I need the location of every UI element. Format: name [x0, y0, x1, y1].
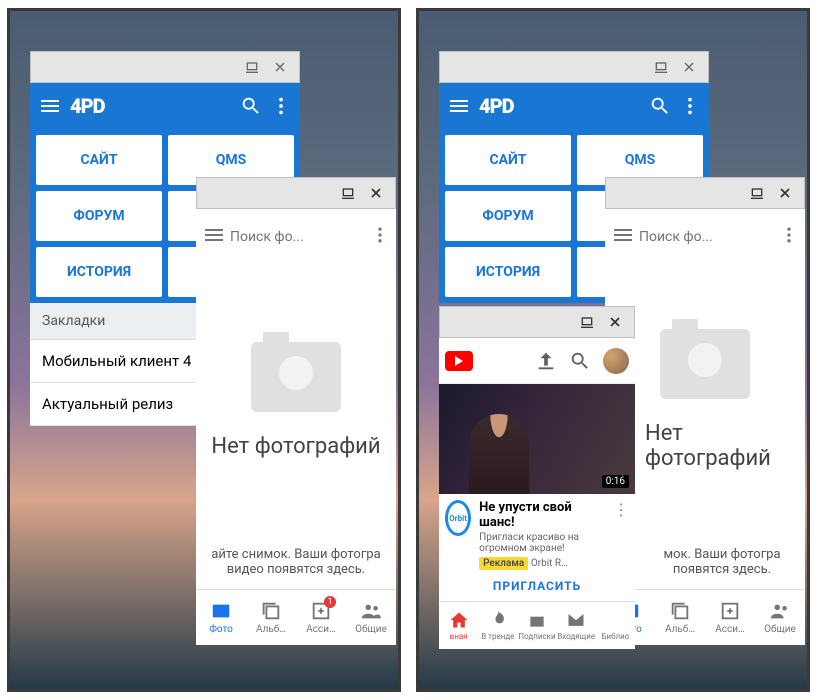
grid-btn[interactable]: ФОРУМ	[36, 191, 162, 241]
grid-btn[interactable]: САЙТ	[36, 135, 162, 185]
photos-maximize-icon[interactable]	[748, 184, 766, 202]
nav-label: В тренде	[481, 632, 514, 641]
nav-label: Фото	[209, 624, 233, 635]
4pda-close-icon[interactable]	[271, 58, 289, 76]
badge: 1	[324, 596, 336, 608]
nav-inbox[interactable]: Входящие	[557, 602, 596, 649]
yt-close-icon[interactable]	[606, 313, 624, 331]
4pda-topbar: 4PD	[439, 83, 709, 129]
search-icon[interactable]	[649, 95, 671, 117]
grid-btn[interactable]: ИСТОРИЯ	[445, 247, 571, 297]
grid-btn[interactable]: ИСТОРИЯ	[36, 247, 162, 297]
ad-meta: Реклама Orbit R…	[479, 558, 605, 569]
ad-logo: Orbit	[445, 500, 471, 536]
video-duration: 0:16	[602, 475, 629, 488]
menu-icon[interactable]	[38, 94, 62, 118]
window-photos: Поиск фо... Нет фотографий айте снимок. …	[196, 209, 396, 645]
yt-maximize-icon[interactable]	[578, 313, 596, 331]
menu-icon[interactable]	[447, 94, 471, 118]
nav-assistant[interactable]: 1 Асси…	[296, 590, 346, 645]
ad-title: Не упусти свой шанс!	[479, 500, 605, 530]
nav-library[interactable]: Библио	[596, 602, 635, 649]
phone-right: 4PD САЙТ QMS ФОРУМ ИЗБРАН ИСТОРИЯ УПОМ П…	[416, 8, 810, 692]
empty-subtitle: мок. Ваши фотогра появятся здесь.	[605, 535, 805, 589]
photos-search-bar[interactable]: Поиск фо...	[196, 209, 396, 265]
nav-albums[interactable]: Альб…	[246, 590, 296, 645]
camera-icon	[660, 329, 750, 399]
empty-title: Нет фотографий	[645, 421, 805, 471]
more-icon[interactable]	[270, 95, 292, 117]
photos-bottom-nav: Фото Альб… 1 Асси… Общие	[196, 589, 396, 645]
nav-shared[interactable]: Общие	[755, 590, 805, 645]
search-icon[interactable]	[569, 350, 591, 372]
4pda-maximize-icon[interactable]	[243, 58, 261, 76]
4pda-logo: 4PD	[479, 94, 514, 118]
grid-btn[interactable]: САЙТ	[445, 135, 571, 185]
nav-label: Асси…	[306, 624, 335, 635]
grid-btn[interactable]: ФОРУМ	[445, 191, 571, 241]
youtube-bottom-nav: вная В тренде Подписки Входящие Библио	[439, 601, 635, 649]
empty-title: Нет фотографий	[211, 434, 380, 459]
empty-subtitle: айте снимок. Ваши фотогра видео появятся…	[196, 535, 396, 589]
more-icon[interactable]	[679, 95, 701, 117]
nav-albums[interactable]: Альб…	[655, 590, 705, 645]
nav-label: Альб…	[256, 624, 286, 635]
photos-empty-state: Нет фотографий	[605, 265, 805, 535]
nav-label: Общие	[355, 624, 387, 635]
nav-label: Альб…	[665, 624, 695, 635]
nav-label: Входящие	[557, 632, 595, 641]
nav-label: вная	[450, 632, 468, 641]
4pda-close-icon[interactable]	[680, 58, 698, 76]
nav-label: Общие	[764, 624, 796, 635]
nav-assistant[interactable]: Асси…	[705, 590, 755, 645]
more-icon[interactable]	[779, 225, 799, 249]
nav-subscriptions[interactable]: Подписки	[517, 602, 556, 649]
nav-photos[interactable]: Фото	[196, 590, 246, 645]
nav-trending[interactable]: В тренде	[478, 602, 517, 649]
nav-shared[interactable]: Общие	[346, 590, 396, 645]
photos-close-icon[interactable]	[776, 184, 794, 202]
nav-label: Библио	[601, 632, 629, 641]
invite-button[interactable]: ПРИГЛАСИТЬ	[439, 575, 635, 601]
4pda-maximize-icon[interactable]	[652, 58, 670, 76]
nav-label: Подписки	[518, 632, 555, 641]
window-4pda-titlebar[interactable]	[30, 51, 300, 83]
photos-maximize-icon[interactable]	[339, 184, 357, 202]
window-photos-titlebar[interactable]	[196, 177, 396, 209]
video-thumbnail[interactable]: 0:16	[439, 384, 635, 494]
window-photos: Поиск фо... Нет фотографий мок. Ваши фот…	[605, 209, 805, 645]
search-placeholder[interactable]: Поиск фо...	[230, 229, 366, 245]
nav-home[interactable]: вная	[439, 602, 478, 649]
photos-empty-state: Нет фотографий	[196, 265, 396, 535]
menu-icon[interactable]	[611, 223, 635, 251]
more-icon[interactable]: ⋮	[613, 500, 629, 569]
search-icon[interactable]	[240, 95, 262, 117]
window-youtube-titlebar[interactable]	[439, 306, 635, 338]
ad-row[interactable]: Orbit Не упусти свой шанс! Пригласи крас…	[439, 494, 635, 575]
phone-left: 4PD САЙТ QMS ФОРУМ ИЗБРАН ИСТОРИЯ УПОМ З…	[7, 8, 401, 692]
youtube-logo-icon[interactable]	[445, 351, 473, 371]
window-4pda-titlebar[interactable]	[439, 51, 709, 83]
window-photos-titlebar[interactable]	[605, 177, 805, 209]
photos-close-icon[interactable]	[367, 184, 385, 202]
photos-search-bar[interactable]: Поиск фо...	[605, 209, 805, 265]
menu-icon[interactable]	[202, 223, 226, 251]
camera-icon	[251, 342, 341, 412]
4pda-logo: 4PD	[70, 94, 105, 118]
upload-icon[interactable]	[535, 350, 557, 372]
ad-description: Пригласи красиво на огромном экране!	[479, 532, 605, 554]
youtube-topbar	[439, 338, 635, 384]
more-icon[interactable]	[370, 225, 390, 249]
window-youtube: 0:16 Orbit Не упусти свой шанс! Пригласи…	[439, 338, 635, 649]
nav-label: Асси…	[715, 624, 744, 635]
avatar-icon[interactable]	[603, 348, 629, 374]
search-placeholder[interactable]: Поиск фо...	[639, 229, 775, 245]
4pda-topbar: 4PD	[30, 83, 300, 129]
thumbnail-person	[469, 414, 529, 494]
